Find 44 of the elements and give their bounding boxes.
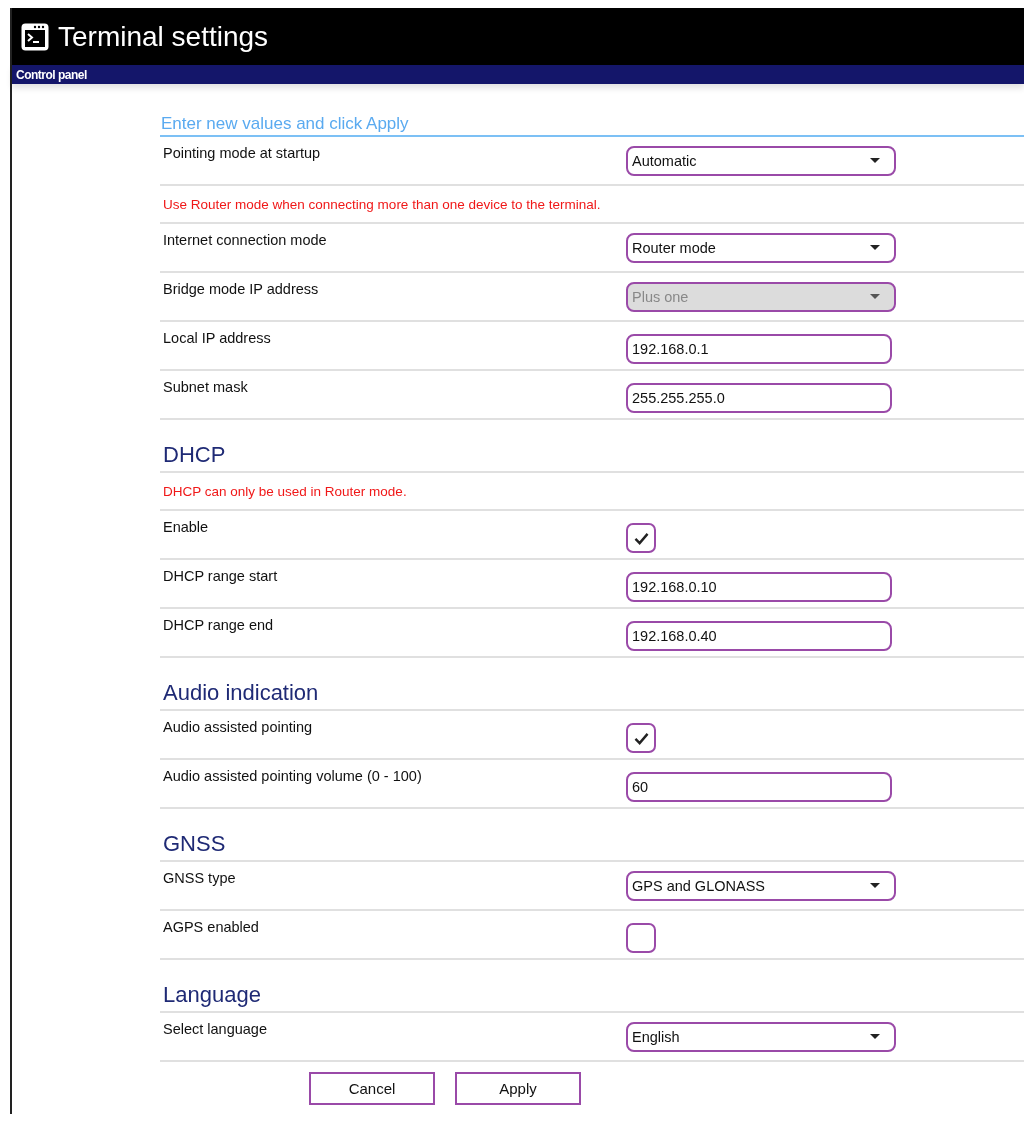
- form-button[interactable]: Apply: [455, 1072, 581, 1105]
- field-label: Enable: [162, 518, 210, 535]
- field-label: AGPS enabled: [162, 918, 260, 935]
- checkbox[interactable]: [626, 723, 656, 753]
- terminal-icon: [20, 21, 50, 52]
- caret-icon: [870, 158, 880, 164]
- dropdown[interactable]: Automatic: [626, 146, 896, 176]
- form-intro: Enter new values and click Apply: [160, 114, 1024, 137]
- section-heading: GNSS: [163, 831, 226, 856]
- input-field[interactable]: 192.168.0.40: [626, 621, 892, 651]
- caret-icon: [870, 294, 880, 300]
- caret-icon: [870, 245, 880, 251]
- field-label: DHCP range end: [162, 616, 275, 633]
- section-heading: Audio indication: [163, 680, 319, 705]
- dropdown[interactable]: Router mode: [626, 233, 896, 263]
- checkbox[interactable]: [626, 523, 656, 553]
- form-button[interactable]: Cancel: [309, 1072, 435, 1105]
- checkmark-icon: [633, 731, 649, 745]
- dropdown[interactable]: GPS and GLONASS: [626, 871, 896, 901]
- input-field[interactable]: 192.168.0.1: [626, 334, 892, 364]
- field-label: Local IP address: [162, 329, 272, 346]
- field-label: Audio assisted pointing volume (0 - 100): [162, 767, 423, 784]
- field-label: Subnet mask: [162, 378, 249, 395]
- section-heading: Language: [163, 982, 261, 1007]
- input-field[interactable]: 255.255.255.0: [626, 383, 892, 413]
- input-field[interactable]: 192.168.0.10: [626, 572, 892, 602]
- warning-note: DHCP can only be used in Router mode.: [162, 483, 407, 499]
- field-label: Audio assisted pointing: [162, 718, 314, 735]
- field-label: DHCP range start: [162, 567, 279, 584]
- field-label: Internet connection mode: [162, 231, 328, 248]
- warning-note: Use Router mode when connecting more than one device to the terminal.: [162, 196, 601, 212]
- field-label: Bridge mode IP address: [162, 280, 320, 297]
- section-heading: DHCP: [163, 442, 226, 467]
- checkbox[interactable]: [626, 923, 656, 953]
- input-field[interactable]: 60: [626, 772, 892, 802]
- field-label: Pointing mode at startup: [162, 144, 322, 161]
- window-title: Terminal settings: [58, 20, 269, 53]
- field-label: Select language: [162, 1020, 268, 1037]
- checkmark-icon: [633, 531, 649, 545]
- caret-icon: [870, 883, 880, 889]
- nav-label[interactable]: Control panel: [16, 67, 87, 82]
- caret-icon: [870, 1034, 880, 1040]
- dropdown[interactable]: English: [626, 1022, 896, 1052]
- field-label: GNSS type: [162, 869, 237, 886]
